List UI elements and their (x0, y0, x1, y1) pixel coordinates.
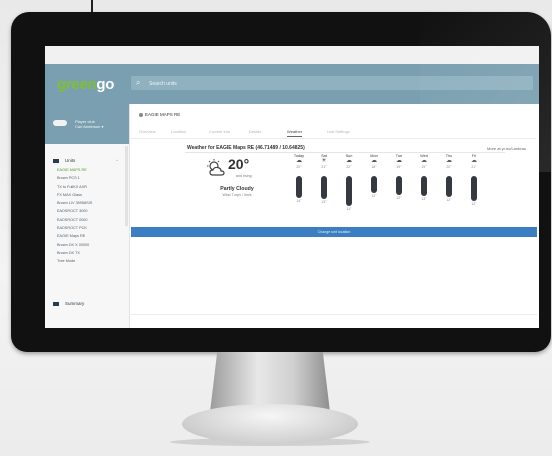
sun-icon: ☀ (321, 158, 327, 164)
sidebar-item[interactable]: EAGIE Maps RE (57, 232, 127, 240)
sidebar-item[interactable]: EAGIE MAPS RE (57, 166, 127, 174)
temperature-range-bar (296, 176, 302, 198)
current-temperature: 20° (228, 156, 250, 172)
unit-tabs: Overview Location Current Info Details Weath… (131, 126, 536, 139)
monitor-screen: greengo ⌕ Player club Carl Anderson ▾ Un… (45, 46, 539, 328)
forecast-day: Wed ☁ 19° 13° (416, 154, 432, 201)
change-location-button[interactable]: Change unit location (131, 227, 537, 237)
partly-cloudy-icon: ☁ (296, 158, 302, 164)
unit-list: EAGIE MAPS RE Brown PCS 1 TX to FullKX AXR… (57, 166, 127, 266)
nav-section-label: Units (65, 158, 76, 163)
cloud-icon: ☁ (421, 158, 427, 164)
sidebar-item[interactable]: Brown DX TX (57, 249, 127, 257)
forecast-day: Sat ☀ 21° 13° (316, 154, 332, 204)
partly-cloudy-icon (207, 159, 225, 176)
sidebar: Player club Carl Anderson ▾ Units ⌄ EAGI… (45, 104, 130, 328)
search-input[interactable] (147, 77, 451, 91)
weather-source-link[interactable]: More at yr.no/Lanbrau (487, 146, 526, 151)
sidebar-item[interactable]: Brown DX X 00000 (57, 241, 127, 249)
forecast-low: 12° (446, 198, 452, 202)
browser-topbar (45, 46, 539, 64)
weather-title: Weather for EAGIE Maps RE (46.71489 / 10… (187, 145, 305, 151)
tab-details[interactable]: Details (249, 129, 261, 134)
tab-overview[interactable]: Overview (139, 129, 156, 134)
forecast-low: 13° (421, 197, 427, 201)
search-bar[interactable]: ⌕ (131, 76, 533, 91)
user-detail: Carl Anderson ▾ (75, 124, 104, 129)
sidebar-item[interactable]: TX to FullKX AXR (57, 183, 127, 191)
summary-icon (53, 301, 59, 306)
temperature-range-bar (371, 176, 377, 193)
forecast-high: 19° (421, 165, 427, 169)
divider (131, 314, 537, 315)
nav-summary-label: Summary (65, 301, 85, 306)
temperature-range-bar (396, 176, 402, 195)
monitor-stand-base (182, 404, 358, 444)
forecast-high: 20° (296, 165, 302, 169)
sidebar-item[interactable]: Brown LIV 35958SIS (57, 199, 127, 207)
sidebar-item[interactable]: EADSROCT PCK (57, 224, 127, 232)
divider (185, 152, 505, 153)
forecast-low: 12° (396, 196, 402, 200)
logo-accent-text: go (96, 76, 115, 93)
app-header: greengo ⌕ (45, 64, 539, 104)
current-condition: Partly Cloudy (220, 186, 254, 192)
device-title: EAGIE MAPS RE (139, 112, 180, 117)
forecast-high: 21° (321, 165, 327, 169)
tab-weather[interactable]: Weather (287, 129, 303, 137)
forecast-low: 12° (471, 202, 477, 206)
cloud-icon: ☁ (371, 158, 377, 164)
forecast-day: Sun ☁ 22° 11° (341, 154, 357, 211)
forecast-high: 18° (371, 165, 377, 169)
chevron-down-icon[interactable]: ⌄ (115, 157, 119, 163)
forecast-low: 13° (321, 200, 327, 204)
search-icon: ⌕ (136, 78, 141, 87)
sidebar-item[interactable]: EADSROCT 3000 (57, 207, 127, 215)
cloud-icon: ☁ (471, 158, 477, 164)
forecast-low: 12° (371, 194, 377, 198)
forecast-day: Today ☁ 20° 14° (291, 154, 307, 203)
temperature-range-bar (321, 176, 327, 199)
avatar (53, 120, 67, 126)
cloud-icon: ☁ (396, 158, 402, 164)
temperature-trend: and rising (236, 174, 252, 178)
sidebar-item[interactable]: EADSROCT 0000 (57, 216, 127, 224)
user-info: Player club Carl Anderson ▾ (75, 119, 125, 129)
forecast-day: Thu ☁ 20° 12° (441, 154, 457, 202)
nav-summary[interactable]: Summary (53, 301, 84, 306)
forecast-strip: Today ☁ 20° 14° Sat ☀ 21° 13° Sun ☁ 22° 11° Mon ☁ 18° 1… (291, 154, 511, 234)
user-box[interactable]: Player club Carl Anderson ▾ (45, 104, 129, 144)
tab-unit-settings[interactable]: Unit Settings (327, 129, 350, 134)
monitor-stand-neck (210, 352, 330, 412)
current-wind: Wind 7 mps / 3m/s (222, 193, 252, 197)
cloud-sun-icon: ☁ (346, 158, 352, 164)
tab-current-info[interactable]: Current Info (209, 129, 230, 134)
device-title-text: EAGIE MAPS RE (145, 112, 181, 117)
forecast-day: Fri ☁ 21° 12° (466, 154, 482, 206)
sidebar-scrollbar[interactable] (125, 146, 128, 226)
temperature-range-bar (421, 176, 427, 196)
forecast-high: 21° (471, 165, 477, 169)
sidebar-item[interactable]: Brown PCS 1 (57, 174, 127, 182)
sidebar-item[interactable]: Tree Mode (57, 257, 127, 265)
units-icon (53, 158, 59, 163)
forecast-high: 19° (396, 165, 402, 169)
temperature-range-bar (346, 176, 352, 206)
cloud-icon: ☁ (446, 158, 452, 164)
device-status-icon (139, 112, 143, 117)
logo-main-text: green (57, 76, 97, 93)
temperature-range-bar (471, 176, 477, 201)
tab-location[interactable]: Location (171, 129, 186, 134)
forecast-day: Tue ☁ 19° 12° (391, 154, 407, 200)
forecast-low: 11° (346, 207, 352, 211)
temperature-range-bar (446, 176, 452, 197)
forecast-low: 14° (296, 199, 302, 203)
nav-section-units[interactable]: Units (53, 158, 75, 163)
forecast-high: 20° (446, 165, 452, 169)
monitor-bezel: greengo ⌕ Player club Carl Anderson ▾ Un… (11, 12, 551, 352)
forecast-day: Mon ☁ 18° 12° (366, 154, 382, 198)
sidebar-item[interactable]: FX MAX Glass (57, 191, 127, 199)
greengo-logo[interactable]: greengo (57, 76, 114, 93)
forecast-high: 22° (346, 165, 352, 169)
